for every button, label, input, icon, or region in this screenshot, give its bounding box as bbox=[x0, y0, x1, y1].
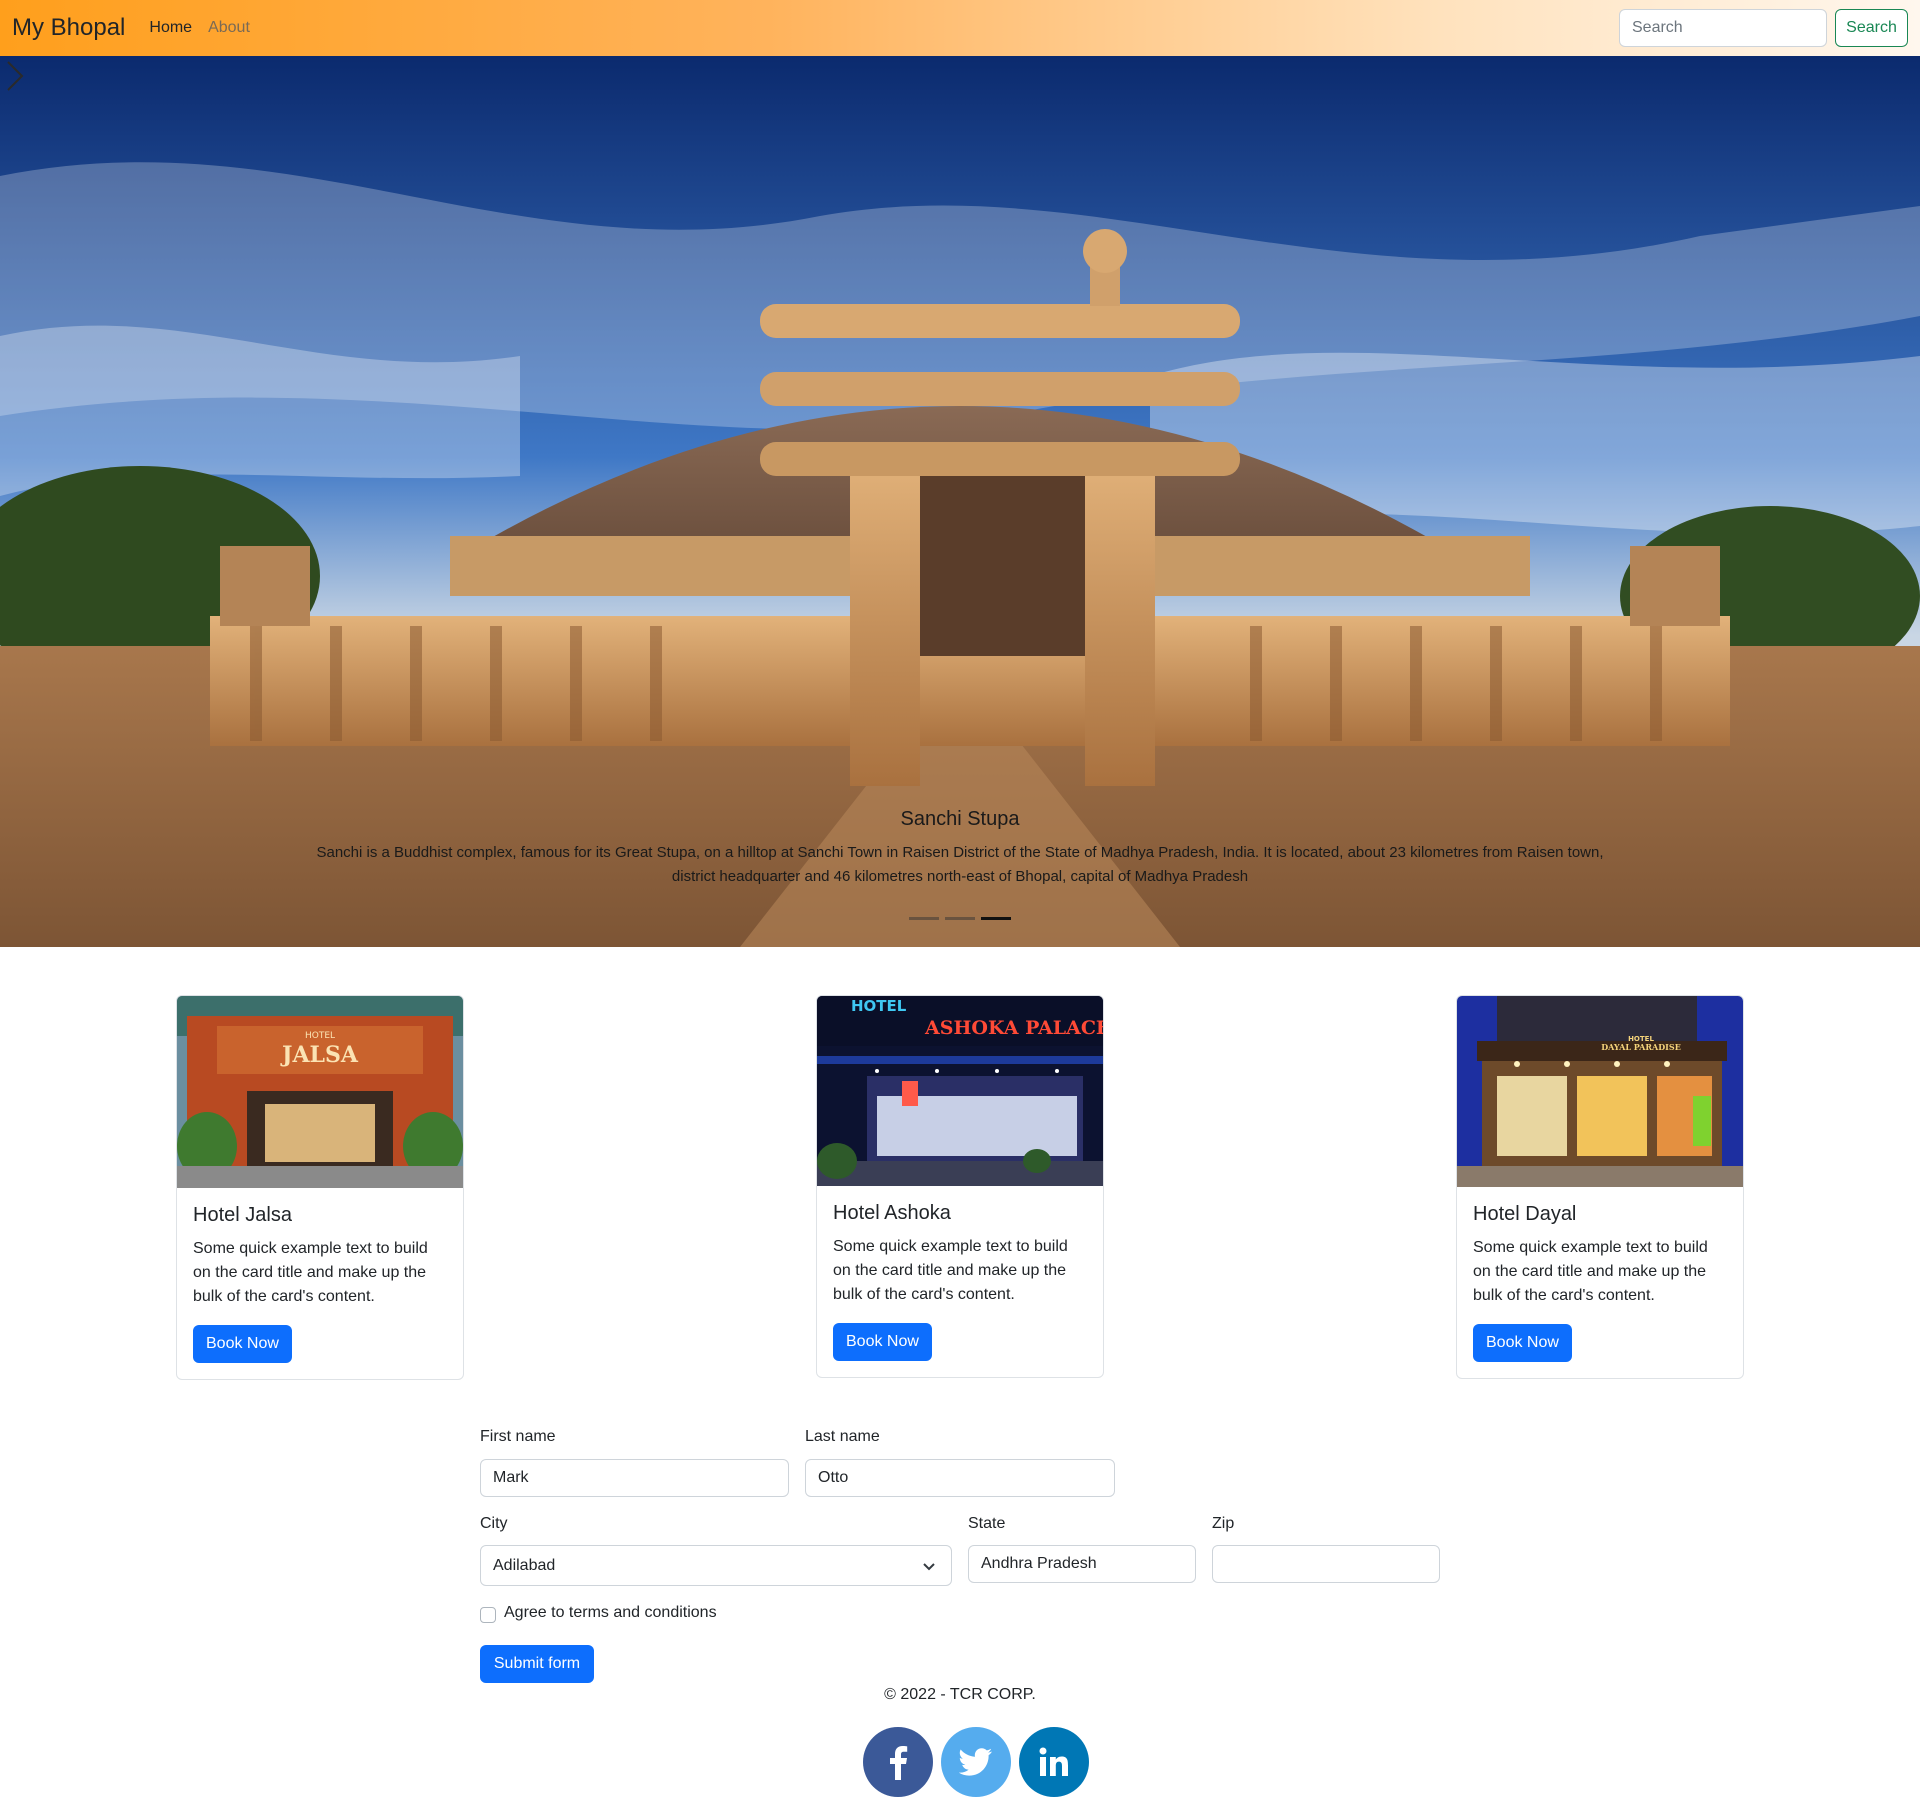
nav-link-about[interactable]: About bbox=[208, 19, 250, 37]
city-label: City bbox=[480, 1515, 508, 1532]
dayal-sign-big: DAYAL PARADISE bbox=[1601, 1042, 1681, 1052]
hotel-jalsa-image: HOTEL JALSA bbox=[177, 996, 463, 1188]
card-text: Some quick example text to build on the … bbox=[193, 1240, 428, 1305]
agree-checkbox[interactable] bbox=[480, 1607, 496, 1623]
carousel-caption-text: Sanchi is a Buddhist complex, famous for… bbox=[316, 844, 1604, 885]
book-now-button[interactable]: Book Now bbox=[833, 1323, 932, 1361]
navbar: My Bhopal Home About Search bbox=[0, 0, 1920, 56]
carousel-caption: Sanchi Stupa Sanchi is a Buddhist comple… bbox=[300, 808, 1620, 889]
book-now-button[interactable]: Book Now bbox=[1473, 1324, 1572, 1362]
first-name-label: First name bbox=[480, 1428, 556, 1445]
carousel-indicator-1[interactable] bbox=[909, 917, 939, 920]
hero-carousel[interactable]: Sanchi Stupa Sanchi is a Buddhist comple… bbox=[0, 56, 1920, 947]
card-title: Hotel Ashoka bbox=[833, 1202, 951, 1224]
carousel-indicator-3[interactable] bbox=[981, 917, 1011, 920]
nav-link-home[interactable]: Home bbox=[149, 19, 192, 37]
jalsa-sign-small: HOTEL bbox=[305, 1031, 335, 1041]
search-input[interactable] bbox=[1619, 9, 1827, 47]
book-now-button[interactable]: Book Now bbox=[193, 1325, 292, 1363]
card-body: Hotel Jalsa Some quick example text to b… bbox=[177, 1188, 463, 1379]
city-select[interactable]: Adilabad bbox=[480, 1545, 952, 1586]
carousel-next-icon[interactable] bbox=[0, 56, 30, 96]
hotel-card-dayal: HOTEL DAYAL PARADISE Hotel Dayal Some qu… bbox=[1456, 995, 1744, 1379]
linkedin-icon[interactable] bbox=[1019, 1727, 1089, 1797]
twitter-icon[interactable] bbox=[941, 1727, 1011, 1797]
agree-label[interactable]: Agree to terms and conditions bbox=[504, 1604, 717, 1622]
search-form: Search bbox=[1619, 9, 1908, 47]
carousel-caption-title: Sanchi Stupa bbox=[900, 808, 1020, 830]
state-label: State bbox=[968, 1515, 1006, 1532]
state-field[interactable]: Andhra Pradesh bbox=[968, 1545, 1196, 1583]
carousel-indicators bbox=[0, 917, 1920, 920]
chevron-down-icon bbox=[923, 1563, 935, 1571]
zip-field[interactable] bbox=[1212, 1545, 1440, 1583]
jalsa-sign-big: JALSA bbox=[280, 1042, 359, 1068]
facebook-icon[interactable] bbox=[863, 1727, 933, 1797]
card-text: Some quick example text to build on the … bbox=[833, 1238, 1068, 1303]
footer-copyright: © 2022 - TCR CORP. bbox=[884, 1686, 1036, 1703]
brand-logo[interactable]: My Bhopal bbox=[12, 14, 125, 42]
card-title: Hotel Jalsa bbox=[193, 1204, 292, 1226]
carousel-indicator-2[interactable] bbox=[945, 917, 975, 920]
card-body: Hotel Ashoka Some quick example text to … bbox=[817, 1186, 1103, 1377]
card-title: Hotel Dayal bbox=[1473, 1203, 1577, 1225]
card-body: Hotel Dayal Some quick example text to b… bbox=[1457, 1187, 1743, 1378]
search-button[interactable]: Search bbox=[1835, 9, 1908, 47]
ashoka-sign-small: HOTEL bbox=[851, 997, 907, 1015]
city-select-value: Adilabad bbox=[493, 1556, 556, 1574]
hotel-dayal-image: HOTEL DAYAL PARADISE bbox=[1457, 996, 1743, 1187]
last-name-label: Last name bbox=[805, 1428, 880, 1445]
submit-form-button[interactable]: Submit form bbox=[480, 1645, 594, 1683]
ashoka-sign-big: ASHOKA PALACE bbox=[924, 1017, 1103, 1039]
last-name-field[interactable]: Otto bbox=[805, 1459, 1115, 1497]
hotel-card-ashoka: HOTEL ASHOKA PALACE Hotel Ashoka Some qu… bbox=[816, 995, 1104, 1378]
first-name-field[interactable]: Mark bbox=[480, 1459, 789, 1497]
card-text: Some quick example text to build on the … bbox=[1473, 1239, 1708, 1304]
zip-label: Zip bbox=[1212, 1515, 1235, 1532]
hotel-ashoka-image: HOTEL ASHOKA PALACE bbox=[817, 996, 1103, 1186]
hotel-card-jalsa: HOTEL JALSA Hotel Jalsa Some quick examp… bbox=[176, 995, 464, 1380]
